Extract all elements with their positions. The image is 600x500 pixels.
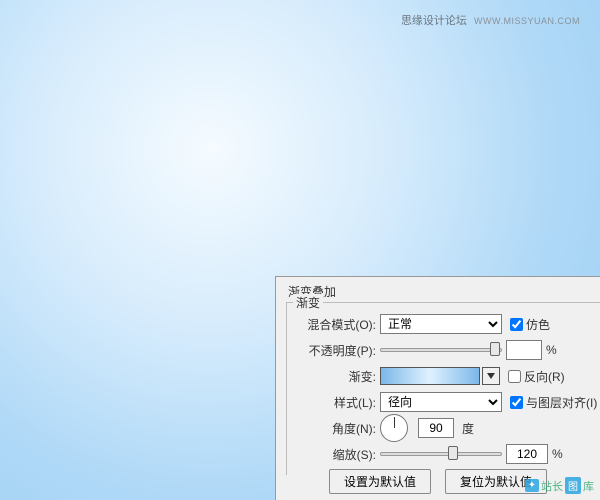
footer-text-1: 站长 xyxy=(541,478,563,494)
opacity-input[interactable] xyxy=(506,340,542,360)
set-default-button[interactable]: 设置为默认值 xyxy=(329,469,431,494)
opacity-unit: % xyxy=(546,343,557,357)
slider-thumb[interactable] xyxy=(490,342,500,356)
angle-hand xyxy=(394,417,395,428)
reverse-checkbox[interactable]: 反向(R) xyxy=(508,368,565,385)
slider-track xyxy=(380,452,502,456)
blend-mode-select[interactable]: 正常 xyxy=(380,314,502,334)
chevron-down-icon xyxy=(487,373,495,379)
dither-input[interactable] xyxy=(510,318,523,331)
dither-checkbox[interactable]: 仿色 xyxy=(510,316,550,333)
style-label: 样式(L): xyxy=(295,394,380,411)
group-legend: 渐变 xyxy=(293,294,323,311)
style-row: 样式(L): 径向 与图层对齐(I) xyxy=(295,389,600,415)
opacity-label: 不透明度(P): xyxy=(295,342,380,359)
angle-label: 角度(N): xyxy=(295,420,380,437)
angle-input[interactable] xyxy=(418,418,454,438)
footer-badge-icon: ✦ xyxy=(525,479,539,492)
footer-text-2: 库 xyxy=(583,478,594,494)
blend-mode-label: 混合模式(O): xyxy=(295,316,380,333)
align-input[interactable] xyxy=(510,396,523,409)
scale-slider[interactable] xyxy=(380,445,502,463)
angle-row: 角度(N): 度 xyxy=(295,415,600,441)
scale-input[interactable] xyxy=(506,444,548,464)
gradient-label: 渐变: xyxy=(295,368,380,385)
opacity-row: 不透明度(P): % xyxy=(295,337,600,363)
reverse-input[interactable] xyxy=(508,370,521,383)
scale-unit: % xyxy=(552,447,563,461)
blend-mode-row: 混合模式(O): 正常 仿色 xyxy=(295,311,600,337)
slider-thumb[interactable] xyxy=(448,446,458,460)
watermark-url: WWW.MISSYUAN.COM xyxy=(474,16,580,26)
scale-row: 缩放(S): % xyxy=(295,441,600,467)
watermark-text: 思缘设计论坛 xyxy=(401,15,467,27)
slider-track xyxy=(380,348,502,352)
dialog-title: 渐变叠加 xyxy=(286,283,600,300)
align-checkbox[interactable]: 与图层对齐(I) xyxy=(510,394,597,411)
scale-label: 缩放(S): xyxy=(295,446,380,463)
angle-unit: 度 xyxy=(462,420,474,437)
gradient-group: 渐变 混合模式(O): 正常 仿色 不透明度(P): % 渐变: xyxy=(286,302,600,475)
gradient-preview[interactable] xyxy=(380,367,480,385)
angle-dial[interactable] xyxy=(380,414,408,442)
opacity-slider[interactable] xyxy=(380,341,502,359)
footer-badge-icon-2: 图 xyxy=(565,477,581,494)
gradient-row: 渐变: 反向(R) xyxy=(295,363,600,389)
header-watermark: 思缘设计论坛 WWW.MISSYUAN.COM xyxy=(401,12,580,28)
style-select[interactable]: 径向 xyxy=(380,392,502,412)
gradient-dropdown-button[interactable] xyxy=(482,367,500,385)
footer-watermark: ✦ 站长 图 库 xyxy=(525,477,594,494)
gradient-overlay-dialog: 渐变叠加 渐变 混合模式(O): 正常 仿色 不透明度(P): % 渐变: xyxy=(275,276,600,500)
